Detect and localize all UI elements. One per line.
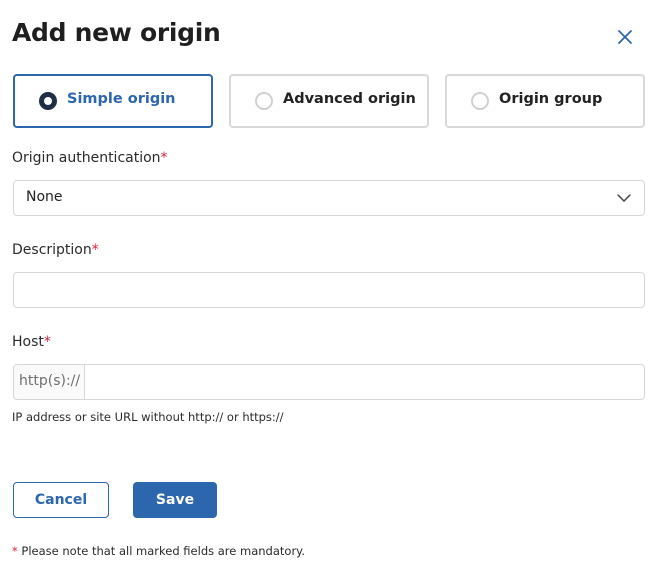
description-label: Description* — [12, 242, 99, 258]
description-input[interactable] — [13, 272, 645, 308]
host-label: Host* — [12, 334, 51, 350]
origin-type-simple[interactable]: Simple origin — [13, 74, 213, 128]
radio-unselected-icon[interactable] — [471, 92, 489, 110]
origin-type-label: Advanced origin — [283, 91, 416, 107]
required-mark: * — [91, 242, 99, 258]
origin-type-advanced[interactable]: Advanced origin — [229, 74, 429, 128]
mandatory-note: * Please note that all marked fields are… — [12, 544, 305, 558]
dialog-title: Add new origin — [12, 18, 221, 47]
authentication-select[interactable]: None — [13, 180, 645, 216]
close-button[interactable] — [612, 24, 638, 50]
host-prefix-text: http(s):// — [19, 373, 81, 389]
required-mark: * — [43, 334, 51, 350]
close-icon — [618, 30, 632, 44]
host-input-group: http(s):// — [13, 364, 645, 400]
origin-type-selector: Simple origin Advanced origin Origin gro… — [13, 74, 645, 128]
host-hint: IP address or site URL without http:// o… — [12, 410, 284, 424]
radio-unselected-icon[interactable] — [255, 92, 273, 110]
chevron-down-icon — [617, 194, 631, 202]
description-label-text: Description — [12, 242, 92, 258]
authentication-label-text: Origin authentication — [12, 150, 161, 166]
authentication-label: Origin authentication* — [12, 150, 168, 166]
origin-type-label: Simple origin — [67, 91, 176, 107]
host-label-text: Host — [12, 334, 44, 350]
authentication-value: None — [26, 189, 63, 205]
save-button[interactable]: Save — [133, 482, 217, 518]
origin-type-group[interactable]: Origin group — [445, 74, 645, 128]
host-input[interactable] — [87, 365, 642, 399]
cancel-button[interactable]: Cancel — [13, 482, 109, 518]
radio-selected-icon[interactable] — [39, 92, 57, 110]
required-mark: * — [160, 150, 168, 166]
origin-type-label: Origin group — [499, 91, 603, 107]
mandatory-note-text: Please note that all marked fields are m… — [17, 544, 305, 558]
host-prefix: http(s):// — [14, 365, 85, 399]
